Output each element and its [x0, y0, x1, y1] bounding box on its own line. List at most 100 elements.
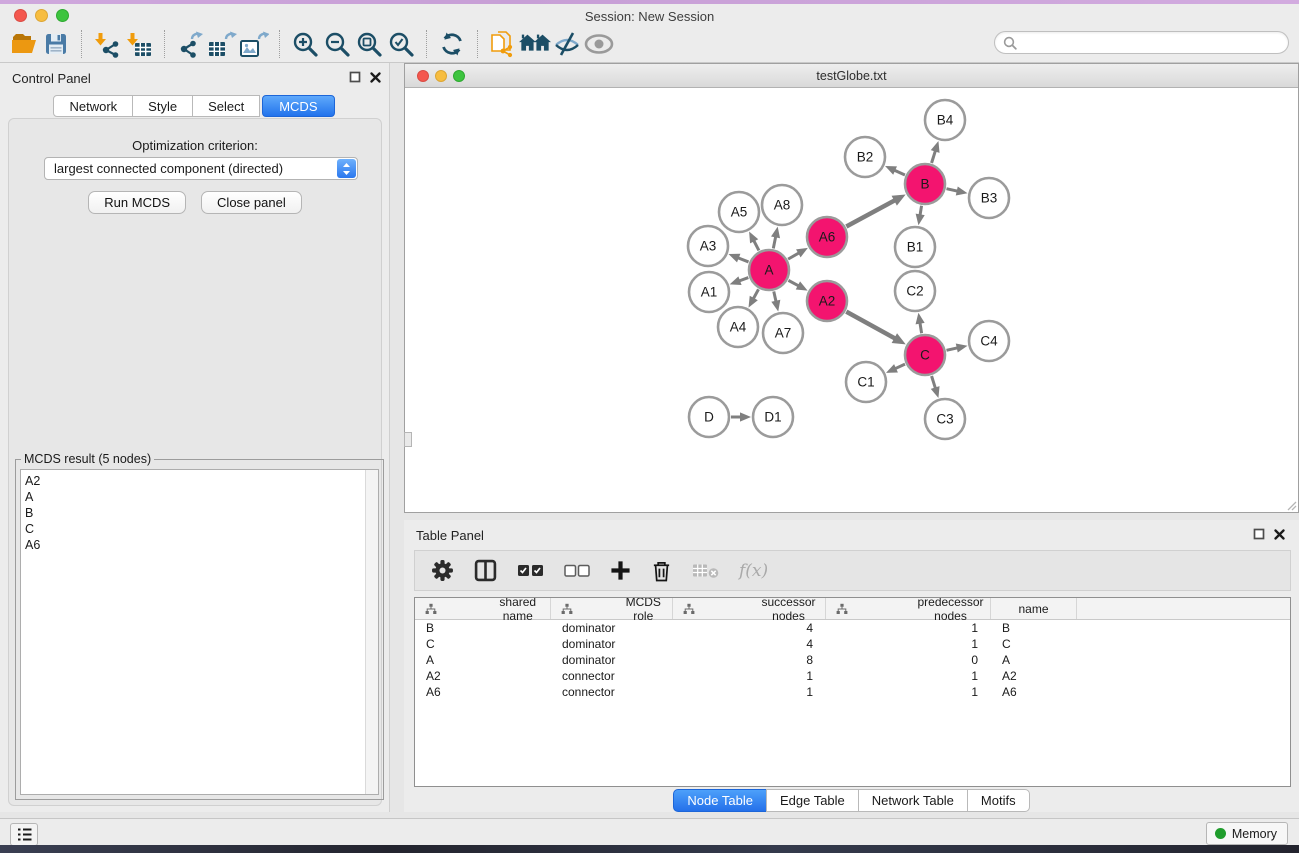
table-cell[interactable]: B	[991, 620, 1077, 636]
graph-edge-A-A2[interactable]	[788, 280, 798, 286]
table-row[interactable]: Bdominator41B	[415, 620, 1290, 636]
delete-column-icon[interactable]	[651, 557, 672, 585]
graph-edge-B-B4[interactable]	[932, 151, 936, 163]
network-scroll-handle[interactable]	[404, 432, 412, 447]
network-graph[interactable]: B4B2BB3A8A5A6A3B1AA1C2A2A4A7C4CC1DD1C3	[405, 88, 1298, 512]
table-cell[interactable]: 1	[826, 684, 991, 700]
float-table-panel-icon[interactable]	[1253, 528, 1265, 540]
home-layout-icon[interactable]	[519, 29, 551, 59]
graph-edge-B-B1[interactable]	[920, 206, 922, 216]
graph-edge-C-C1[interactable]	[895, 364, 905, 369]
tab-edge-table[interactable]: Edge Table	[766, 789, 859, 812]
close-panel-icon[interactable]	[370, 72, 381, 83]
export-network-icon[interactable]	[174, 29, 206, 59]
table-cell[interactable]: 1	[673, 684, 826, 700]
delete-table-icon[interactable]	[692, 557, 719, 585]
column-header-shared-name[interactable]: shared name	[415, 598, 551, 619]
mcds-result-item[interactable]: A2	[21, 470, 378, 489]
mcds-result-scrollbar[interactable]	[365, 470, 378, 794]
zoom-selected-icon[interactable]	[385, 29, 417, 59]
table-cell[interactable]: 8	[673, 652, 826, 668]
table-cell[interactable]: 0	[826, 652, 991, 668]
zoom-out-icon[interactable]	[321, 29, 353, 59]
import-table-icon[interactable]	[123, 29, 155, 59]
column-header-MCDS-role[interactable]: MCDS role	[551, 598, 673, 619]
memory-button[interactable]: Memory	[1206, 822, 1288, 845]
mcds-result-item[interactable]: A6	[21, 537, 378, 553]
tab-mcds[interactable]: MCDS	[262, 95, 334, 117]
table-cell[interactable]: B	[415, 620, 551, 636]
table-row[interactable]: A6connector11A6	[415, 684, 1290, 700]
tab-node-table[interactable]: Node Table	[673, 789, 767, 812]
table-cell[interactable]: A2	[415, 668, 551, 684]
split-view-icon[interactable]	[474, 557, 497, 585]
table-cell[interactable]: A	[991, 652, 1077, 668]
add-column-icon[interactable]	[610, 557, 631, 585]
hide-graphics-icon[interactable]	[551, 29, 583, 59]
tab-network-table[interactable]: Network Table	[858, 789, 968, 812]
table-row[interactable]: A2connector11A2	[415, 668, 1290, 684]
search-input[interactable]	[1022, 34, 1288, 52]
run-mcds-button[interactable]: Run MCDS	[88, 191, 186, 214]
graph-edge-C-C4[interactable]	[946, 348, 957, 350]
export-image-icon[interactable]	[238, 29, 270, 59]
column-header-predecessor-nodes[interactable]: predecessor nodes	[826, 598, 991, 619]
table-cell[interactable]: 4	[673, 636, 826, 652]
tab-motifs[interactable]: Motifs	[967, 789, 1030, 812]
table-cell[interactable]: A6	[991, 684, 1077, 700]
export-table-icon[interactable]	[206, 29, 238, 59]
table-cell[interactable]: 1	[673, 668, 826, 684]
task-history-button[interactable]	[10, 823, 38, 846]
graph-edge-A-A7[interactable]	[774, 291, 776, 301]
refresh-view-icon[interactable]	[436, 29, 468, 59]
table-cell[interactable]: C	[415, 636, 551, 652]
graph-edge-A-A8[interactable]	[773, 236, 775, 248]
zoom-fit-icon[interactable]	[353, 29, 385, 59]
tab-network[interactable]: Network	[53, 95, 133, 117]
criterion-dropdown[interactable]: largest connected component (directed)	[44, 157, 358, 180]
table-cell[interactable]: A	[415, 652, 551, 668]
graph-edge-A6-B[interactable]	[846, 200, 895, 226]
open-session-icon[interactable]	[8, 29, 40, 59]
save-session-icon[interactable]	[40, 29, 72, 59]
graph-edge-B-B2[interactable]	[894, 170, 905, 175]
table-cell[interactable]: C	[991, 636, 1077, 652]
network-window-titlebar[interactable]: testGlobe.txt	[405, 64, 1298, 88]
column-header-name[interactable]: name	[991, 598, 1077, 619]
table-cell[interactable]: 1	[826, 668, 991, 684]
mcds-result-item[interactable]: A	[21, 489, 378, 505]
network-resize-grip[interactable]	[1285, 499, 1297, 511]
table-cell[interactable]: connector	[551, 668, 673, 684]
table-cell[interactable]: A6	[415, 684, 551, 700]
mcds-result-item[interactable]: B	[21, 505, 378, 521]
table-cell[interactable]: 4	[673, 620, 826, 636]
clone-network-icon[interactable]	[487, 29, 519, 59]
function-builder-icon[interactable]: f(x)	[739, 557, 768, 585]
graph-edge-C-C3[interactable]	[932, 376, 936, 388]
deselect-all-rows-icon[interactable]	[564, 557, 590, 585]
show-graphics-icon[interactable]	[583, 29, 615, 59]
table-cell[interactable]: A2	[991, 668, 1077, 684]
select-all-rows-icon[interactable]	[517, 557, 544, 585]
import-network-icon[interactable]	[91, 29, 123, 59]
table-cell[interactable]: 1	[826, 636, 991, 652]
graph-edge-A-A3[interactable]	[738, 258, 749, 262]
tab-select[interactable]: Select	[192, 95, 260, 117]
column-header-successor-nodes[interactable]: successor nodes	[673, 598, 826, 619]
close-panel-button[interactable]: Close panel	[201, 191, 302, 214]
tab-style[interactable]: Style	[132, 95, 193, 117]
table-row[interactable]: Adominator80A	[415, 652, 1290, 668]
table-row[interactable]: Cdominator41C	[415, 636, 1290, 652]
graph-edge-A-A4[interactable]	[753, 289, 758, 299]
table-cell[interactable]: dominator	[551, 652, 673, 668]
graph-edge-C-C2[interactable]	[920, 323, 922, 334]
close-table-panel-icon[interactable]	[1274, 529, 1285, 540]
table-cell[interactable]: connector	[551, 684, 673, 700]
graph-edge-A-A5[interactable]	[754, 240, 759, 250]
mcds-result-item[interactable]: C	[21, 521, 378, 537]
table-settings-gear-icon[interactable]	[431, 557, 454, 585]
graph-edge-A2-C[interactable]	[846, 312, 895, 339]
table-cell[interactable]: dominator	[551, 636, 673, 652]
zoom-in-icon[interactable]	[289, 29, 321, 59]
table-cell[interactable]: dominator	[551, 620, 673, 636]
